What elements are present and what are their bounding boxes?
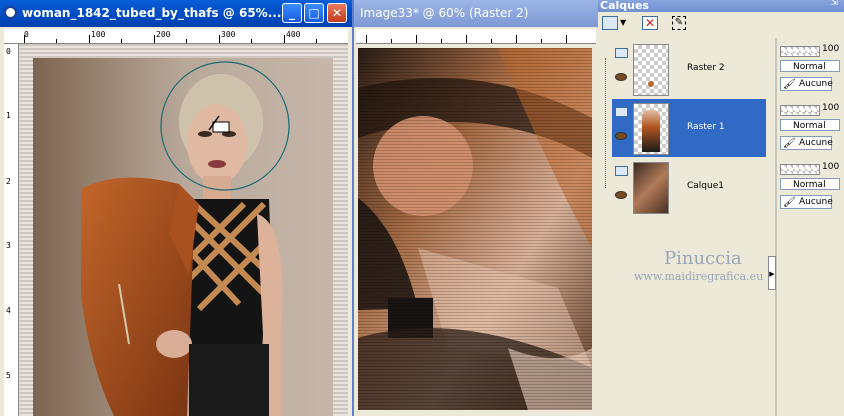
window2-titlebar[interactable]: Image33* @ 60% (Raster 2) (354, 0, 598, 27)
vertical-ruler: 0 1 2 3 4 5 (4, 44, 19, 416)
layers-toolbar: ▼ ✕ ✎ (598, 13, 844, 37)
layer-type-icon (615, 107, 628, 117)
layers-panel-titlebar[interactable]: Calques ⇲ (598, 0, 844, 12)
ruler-label: 2 (6, 177, 11, 186)
layer-name: Raster 1 (687, 122, 725, 132)
watermark-name: Pinuccia (664, 248, 742, 269)
layer-type-icon (615, 166, 628, 176)
horizontal-ruler: 0 100 200 300 400 (4, 29, 348, 44)
mask-select[interactable]: 🖌 Aucune (780, 77, 833, 91)
mask-label: Aucune (799, 138, 833, 148)
eye-icon[interactable] (615, 191, 627, 199)
expand-arrow-icon[interactable]: ▶ (768, 256, 776, 290)
layer-props-raster-2: 100 Normal 🖌 Aucune (778, 44, 844, 100)
opacity-value: 100 (822, 162, 840, 172)
minimize-button[interactable]: _ (282, 3, 302, 23)
maximize-button[interactable]: □ (304, 3, 324, 23)
opacity-value: 100 (822, 103, 840, 113)
layer-props-raster-1: 100 Normal 🖌 Aucune (778, 103, 844, 159)
woman-tube-image (33, 58, 333, 416)
window1-titlebar[interactable]: woman_1842_tubed_by_thafs @ 65%... _ □ ✕ (0, 0, 352, 27)
delete-layer-icon[interactable]: ✕ (642, 16, 658, 30)
ruler-label: 200 (156, 30, 171, 39)
chevron-down-icon[interactable]: ▼ (620, 18, 626, 27)
brush-icon: 🖌 (783, 79, 796, 90)
opacity-value: 100 (822, 44, 840, 54)
woman-thumbnail-icon (642, 110, 660, 152)
eye-icon[interactable] (615, 73, 627, 81)
panel-pin-icon[interactable]: ⇲ (830, 0, 838, 8)
document-window-image33[interactable]: Image33* @ 60% (Raster 2) (352, 0, 598, 416)
window1-title: woman_1842_tubed_by_thafs @ 65%... (22, 6, 282, 20)
opacity-slider[interactable] (780, 46, 820, 57)
layer-name: Raster 2 (687, 63, 725, 73)
layers-panel-title: Calques (600, 0, 649, 12)
close-button[interactable]: ✕ (327, 3, 347, 23)
brush-icon: 🖌 (783, 197, 796, 208)
layer-properties-icon[interactable]: ✎ (672, 16, 686, 30)
mask-select[interactable]: 🖌 Aucune (780, 195, 833, 209)
app-icon (4, 6, 17, 19)
layer-row-raster-1[interactable]: Raster 1 (612, 99, 766, 157)
eye-icon[interactable] (615, 132, 627, 140)
ruler-label: 1 (6, 111, 11, 120)
layer-type-icon (615, 48, 628, 58)
ruler-label: 400 (286, 30, 301, 39)
ruler-label: 4 (6, 306, 11, 315)
image-canvas-woman[interactable] (19, 44, 348, 416)
abstract-composition-image (358, 48, 592, 410)
ruler-label: 100 (91, 30, 106, 39)
tree-connector (605, 58, 607, 188)
horizontal-ruler (356, 29, 596, 44)
layer-thumbnail (633, 103, 669, 155)
layer-props-calque1: 100 Normal 🖌 Aucune (778, 162, 844, 218)
layer-row-calque1[interactable]: Calque1 (612, 158, 766, 216)
window2-title: Image33* @ 60% (Raster 2) (360, 6, 529, 20)
panel-divider (775, 38, 777, 416)
figure-thumbnail-icon (648, 81, 654, 87)
ruler-label: 300 (221, 30, 236, 39)
brush-icon: 🖌 (783, 138, 796, 149)
layer-row-raster-2[interactable]: Raster 2 (612, 40, 766, 98)
new-layer-icon[interactable] (602, 16, 618, 30)
watermark-url: www.maidiregrafica.eu (634, 270, 764, 283)
ruler-label: 0 (6, 47, 11, 56)
blend-mode-select[interactable]: Normal (780, 119, 840, 131)
layer-thumbnail (633, 162, 669, 214)
blend-mode-select[interactable]: Normal (780, 60, 840, 72)
mask-label: Aucune (799, 197, 833, 207)
opacity-slider[interactable] (780, 164, 820, 175)
document-window-woman[interactable]: woman_1842_tubed_by_thafs @ 65%... _ □ ✕… (0, 0, 352, 416)
layer-thumbnail (633, 44, 669, 96)
ruler-label: 3 (6, 241, 11, 250)
blend-mode-select[interactable]: Normal (780, 178, 840, 190)
mask-label: Aucune (799, 79, 833, 89)
mask-select[interactable]: 🖌 Aucune (780, 136, 833, 150)
ruler-label: 5 (6, 371, 11, 380)
opacity-slider[interactable] (780, 105, 820, 116)
layer-name: Calque1 (687, 181, 724, 191)
image-canvas-image33[interactable] (358, 48, 592, 410)
